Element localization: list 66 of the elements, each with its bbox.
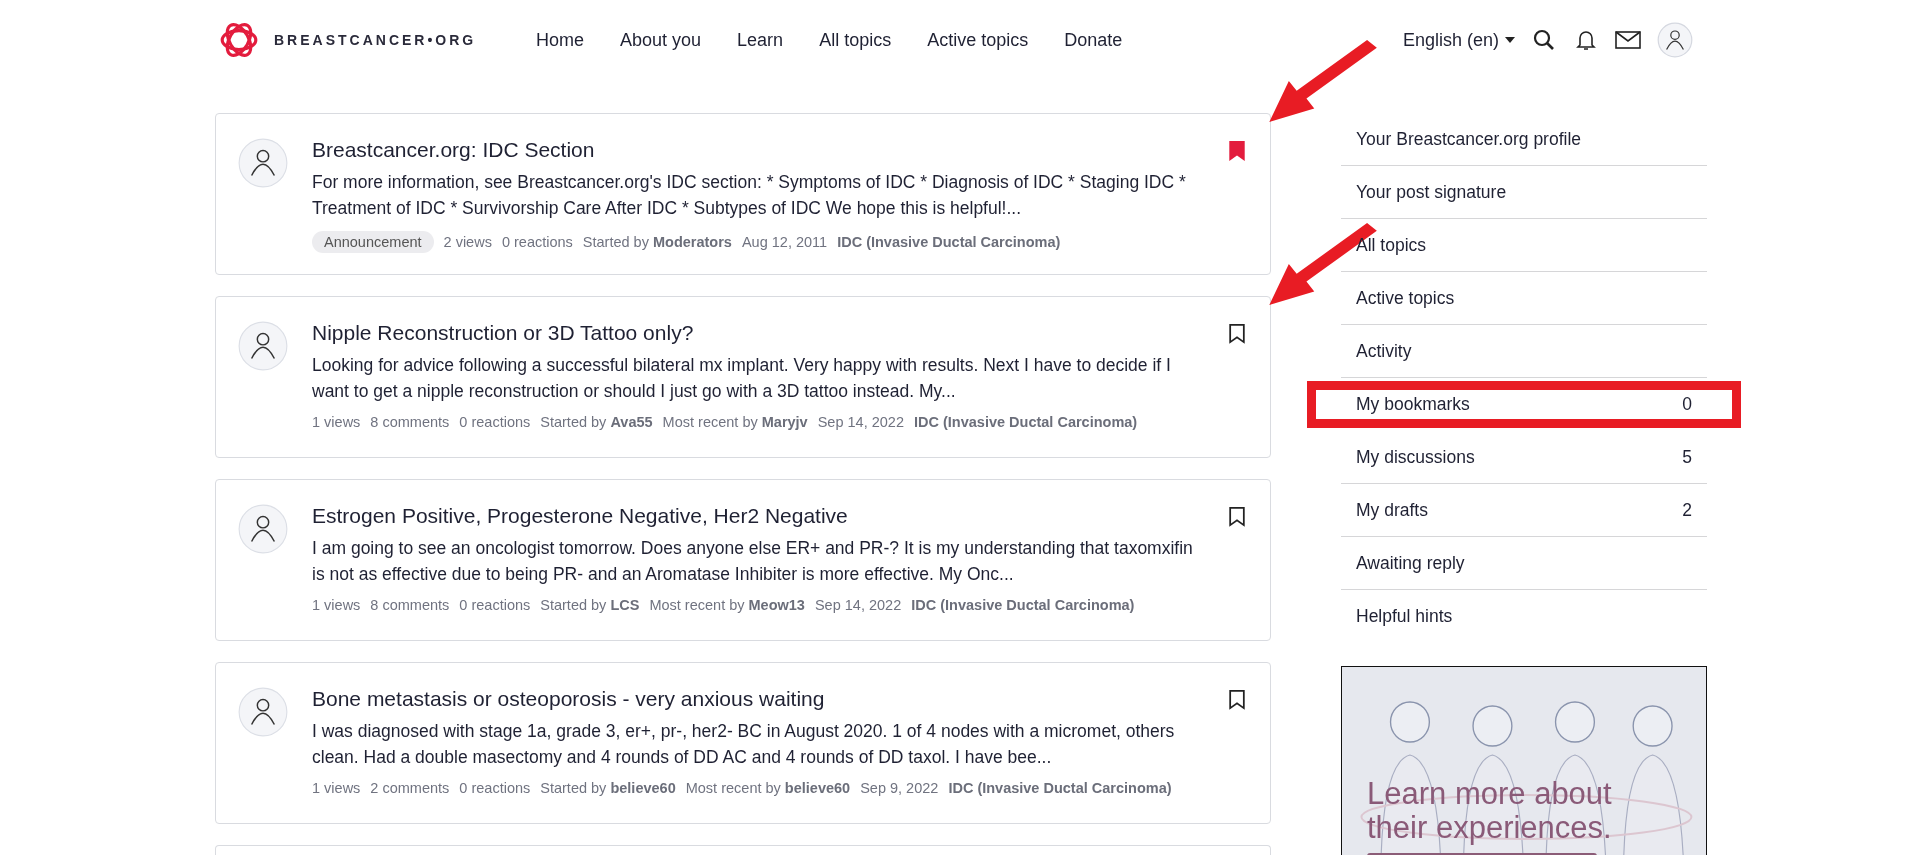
meta-text: 0 reactions [459, 597, 531, 614]
bookmark-icon[interactable] [1228, 506, 1246, 528]
avatar-icon[interactable] [1657, 22, 1693, 58]
meta-text: Most recent by Maryjv [662, 414, 808, 431]
sidebar-item[interactable]: My discussions 5 [1341, 431, 1707, 483]
advertisement-banner[interactable]: Learn more about their experiences. [1341, 666, 1707, 855]
avatar-icon[interactable] [238, 504, 288, 554]
meta-text: 1 views [312, 597, 361, 614]
nav-link[interactable]: Learn [719, 29, 802, 51]
caret-icon [1505, 37, 1515, 43]
avatar-icon[interactable] [238, 138, 288, 188]
language-selector[interactable]: English (en) [1402, 29, 1515, 51]
meta-text: Most recent by Meow13 [649, 597, 805, 614]
nav-link[interactable]: Active topics [909, 29, 1047, 51]
sidebar-item[interactable]: Awaiting reply [1341, 537, 1707, 589]
nav-link[interactable]: About you [602, 29, 720, 51]
meta-text: IDC (Invasive Ductal Carcinoma) [837, 234, 1061, 251]
ad-headline: Learn more about their experiences. [1367, 777, 1613, 845]
meta-text: Sep 9, 2022 [860, 780, 939, 797]
meta-text: 8 comments [370, 597, 450, 614]
meta-text: 0 reactions [459, 780, 531, 797]
bell-icon[interactable] [1573, 28, 1599, 52]
sidebar-item[interactable]: Active topics [1341, 272, 1707, 324]
meta-text: 8 comments [370, 414, 450, 431]
sidebar-item[interactable]: Your post signature [1341, 166, 1707, 218]
nav-link[interactable]: All topics [801, 29, 910, 51]
discussion-excerpt: For more information, see Breastcancer.org's IDC section: * Symptoms of IDC * Diagnosis of IDC * Staging IDC * Treatment of IDC * Survivorship Care After IDC * Subtypes of IDC We hope this is helpful!... [312, 171, 1187, 221]
meta-text: Sep 14, 2022 [817, 414, 904, 431]
meta-text: IDC (Invasive Ductal Carcinoma) [948, 780, 1172, 797]
category-tag: Announcement [312, 231, 434, 254]
nav-link[interactable]: Home [518, 29, 602, 51]
discussion-title[interactable]: Breastcancer.org: IDC Section [312, 136, 1208, 164]
meta-text: 0 reactions [459, 414, 531, 431]
meta-text: Most recent by believe60 [685, 780, 851, 797]
meta-text: Aug 12, 2011 [741, 234, 828, 251]
meta-text: Started by Moderators [582, 234, 732, 251]
meta-text: 2 views [443, 234, 492, 251]
meta-text: Started by LCS [540, 597, 640, 614]
sidebar-item[interactable]: Helpful hints [1341, 590, 1707, 642]
sidebar-item[interactable]: My bookmarks 0 [1341, 378, 1707, 430]
avatar-icon[interactable] [238, 687, 288, 737]
envelope-icon[interactable] [1615, 28, 1641, 52]
avatar-icon[interactable] [238, 321, 288, 371]
meta-text: IDC (Invasive Ductal Carcinoma) [911, 597, 1135, 614]
discussion-excerpt: I am going to see an oncologist tomorrow. Does anyone else ER+ and PR-? It is my understanding that taxomxifin is not as effective due to being PR- and an Aromatase Inhibiter is more effective. My Onc... [312, 537, 1194, 587]
bookmark-icon[interactable] [1228, 323, 1246, 345]
sidebar-item[interactable]: All topics [1341, 219, 1707, 271]
discussion-excerpt: Looking for advice following a successful bilateral mx implant. Very happy with results. Next I have to decide if I want to get a nipple reconstruction or should I just go with a 3D tattoo instead. My... [312, 354, 1172, 404]
discussion-title[interactable]: Nipple Reconstruction or 3D Tattoo only? [312, 319, 1208, 347]
meta-text: Started by Ava55 [540, 414, 653, 431]
meta-text: Sep 14, 2022 [814, 597, 902, 614]
sidebar-item[interactable]: Your Breastcancer.org profile [1341, 113, 1707, 165]
logo-text[interactable]: BREASTCANCER•ORG [274, 32, 477, 48]
meta-text: 1 views [312, 414, 361, 431]
meta-text: 0 reactions [501, 234, 573, 251]
nav-link[interactable]: Donate [1046, 29, 1141, 51]
discussion-title[interactable]: Bone metastasis or osteoporosis - very anxious waiting [312, 685, 1208, 713]
meta-text: 2 comments [370, 780, 450, 797]
meta-text: Started by believe60 [540, 780, 676, 797]
discussion-excerpt: I was diagnosed with stage 1a, grade 3, er+, pr-, her2- BC in August 2020. 1 of 4 nodes with a micromet, others clean. Had a double masectomy and 4 rounds of DD AC and 4 rounds of DD taxol. I have bee... [312, 720, 1176, 770]
bookmark-icon[interactable] [1228, 689, 1246, 711]
meta-text: IDC (Invasive Ductal Carcinoma) [913, 414, 1138, 431]
sidebar-item[interactable]: My drafts 2 [1341, 484, 1707, 536]
discussion-title[interactable]: Estrogen Positive, Progesterone Negative, Her2 Negative [312, 502, 1208, 530]
meta-text: 1 views [312, 780, 361, 797]
sidebar-item[interactable]: Activity [1341, 325, 1707, 377]
